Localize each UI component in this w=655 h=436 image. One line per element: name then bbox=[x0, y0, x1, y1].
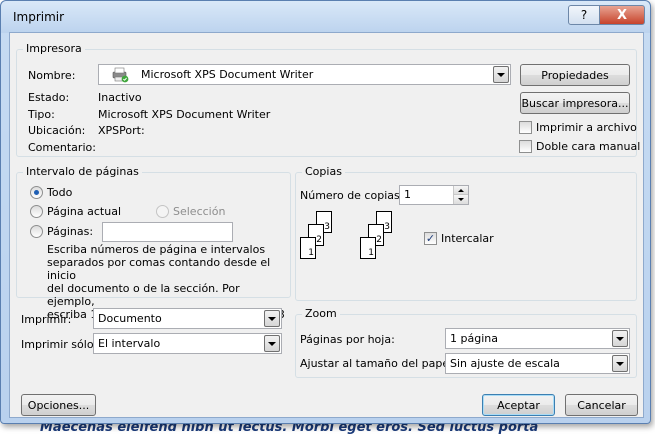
print-only-value: El intervalo bbox=[98, 337, 161, 350]
printer-status-label: Estado: bbox=[28, 91, 70, 104]
range-hint-line: separados por comas contando desde el in… bbox=[47, 256, 271, 282]
arrow-down-icon bbox=[458, 198, 464, 201]
print-to-file-checkbox[interactable] bbox=[519, 121, 532, 134]
range-selection-label: Selección bbox=[173, 205, 226, 218]
range-all-label[interactable]: Todo bbox=[47, 186, 72, 199]
collate-label[interactable]: Intercalar bbox=[441, 232, 494, 245]
find-printer-button[interactable]: Buscar impresora... bbox=[520, 92, 630, 114]
chevron-down-icon bbox=[497, 72, 505, 77]
scale-to-paper-dropdown-button[interactable] bbox=[612, 355, 628, 372]
print-what-select[interactable]: Documento bbox=[93, 308, 282, 329]
copies-count-input[interactable]: 1 bbox=[399, 185, 469, 205]
close-icon: X bbox=[616, 7, 628, 23]
zoom-group-label: Zoom bbox=[302, 307, 340, 320]
print-only-dropdown-button[interactable] bbox=[264, 335, 280, 352]
printer-name-label: Nombre: bbox=[28, 69, 76, 82]
copies-spinner[interactable] bbox=[453, 186, 468, 204]
print-only-label: Imprimir sólo: bbox=[21, 338, 98, 351]
chevron-down-icon bbox=[616, 336, 624, 341]
pages-per-sheet-value: 1 página bbox=[450, 332, 498, 345]
collate-page: 1 bbox=[360, 237, 376, 259]
scale-to-paper-value: Sin ajuste de escala bbox=[450, 357, 560, 370]
spin-down-button[interactable] bbox=[454, 195, 468, 204]
print-dialog: Imprimir ? X Impresora Nombre: Microsoft… bbox=[0, 0, 651, 424]
copies-count-value: 1 bbox=[404, 188, 411, 201]
scale-to-paper-select[interactable]: Sin ajuste de escala bbox=[445, 353, 630, 374]
pages-per-sheet-label: Páginas por hoja: bbox=[300, 333, 395, 346]
range-hint-line: del documento o de la sección. Por ejemp… bbox=[47, 282, 240, 308]
collate-checkbox[interactable]: ✓ bbox=[424, 232, 437, 245]
range-pages-radio[interactable] bbox=[30, 225, 43, 238]
pages-per-sheet-dropdown-button[interactable] bbox=[612, 330, 628, 347]
chevron-down-icon bbox=[268, 316, 276, 321]
close-button[interactable]: X bbox=[599, 5, 645, 25]
cancel-button[interactable]: Cancelar bbox=[565, 394, 638, 416]
window-title: Imprimir bbox=[13, 10, 65, 24]
chevron-down-icon bbox=[616, 361, 624, 366]
printer-icon bbox=[112, 67, 129, 83]
printer-comment-label: Comentario: bbox=[28, 141, 96, 154]
printer-type-label: Tipo: bbox=[28, 108, 55, 121]
range-pages-label[interactable]: Páginas: bbox=[47, 225, 93, 238]
chevron-down-icon bbox=[268, 341, 276, 346]
range-selection-radio[interactable] bbox=[156, 205, 169, 218]
printer-name-select[interactable]: Microsoft XPS Document Writer bbox=[98, 64, 511, 85]
copies-count-label: Número de copias: bbox=[300, 189, 404, 202]
copies-group-label: Copias bbox=[302, 165, 345, 178]
range-hint-line: Escriba números de página e intervalos bbox=[47, 243, 266, 256]
help-icon: ? bbox=[580, 8, 588, 22]
page-range-group-label: Intervalo de páginas bbox=[23, 165, 142, 178]
collate-page: 1 bbox=[300, 237, 316, 259]
printer-type-value: Microsoft XPS Document Writer bbox=[98, 108, 271, 121]
ok-button[interactable]: Aceptar bbox=[482, 394, 555, 416]
print-to-file-label[interactable]: Imprimir a archivo bbox=[536, 121, 637, 134]
printer-location-label: Ubicación: bbox=[28, 124, 86, 137]
print-what-value: Documento bbox=[98, 312, 162, 325]
printer-group-label: Impresora bbox=[23, 42, 85, 55]
manual-duplex-checkbox[interactable] bbox=[519, 140, 532, 153]
range-current-page-label[interactable]: Página actual bbox=[47, 205, 121, 218]
printer-location-value: XPSPort: bbox=[98, 124, 145, 137]
range-current-page-radio[interactable] bbox=[30, 205, 43, 218]
printer-status-value: Inactivo bbox=[98, 91, 142, 104]
print-what-dropdown-button[interactable] bbox=[264, 310, 280, 327]
options-button[interactable]: Opciones... bbox=[21, 394, 96, 416]
range-all-radio[interactable] bbox=[30, 186, 43, 199]
arrow-up-icon bbox=[458, 188, 464, 192]
spin-up-button[interactable] bbox=[454, 186, 468, 195]
manual-duplex-label[interactable]: Doble cara manual bbox=[536, 140, 640, 153]
range-pages-input[interactable] bbox=[102, 222, 233, 242]
dialog-client-area: Impresora Nombre: Microsoft XPS Document… bbox=[9, 32, 644, 418]
properties-button[interactable]: Propiedades bbox=[520, 64, 630, 86]
print-what-label: Imprimir: bbox=[21, 313, 72, 326]
title-bar: Imprimir ? X bbox=[1, 1, 650, 33]
printer-name-dropdown-button[interactable] bbox=[493, 66, 509, 83]
printer-name-value: Microsoft XPS Document Writer bbox=[141, 68, 314, 81]
collate-illustration: 3 2 1 3 2 1 bbox=[300, 211, 400, 267]
scale-to-paper-label: Ajustar al tamaño del papel: bbox=[300, 357, 456, 370]
help-button[interactable]: ? bbox=[568, 5, 600, 25]
print-only-select[interactable]: El intervalo bbox=[93, 333, 282, 354]
pages-per-sheet-select[interactable]: 1 página bbox=[445, 328, 630, 349]
